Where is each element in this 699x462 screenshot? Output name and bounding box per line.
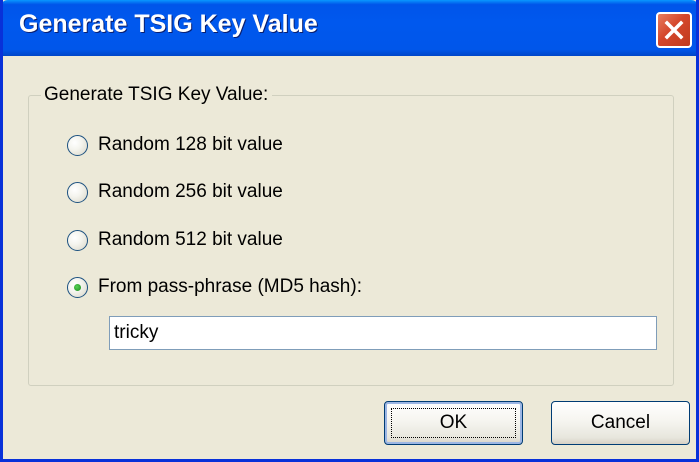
ok-button[interactable]: OK xyxy=(384,401,523,445)
radio-label: From pass-phrase (MD5 hash): xyxy=(98,276,362,297)
radio-button-icon[interactable] xyxy=(67,181,88,203)
radio-label: Random 512 bit value xyxy=(98,229,283,250)
radio-label: Random 128 bit value xyxy=(98,134,283,155)
radio-random-256[interactable]: Random 256 bit value xyxy=(67,180,283,204)
dialog-body: Generate TSIG Key Value: Random 128 bit … xyxy=(3,56,696,459)
focus-rectangle xyxy=(391,408,516,438)
radio-button-selected-icon[interactable] xyxy=(67,276,88,298)
group-label: Generate TSIG Key Value: xyxy=(41,84,273,106)
cancel-button-label: Cancel xyxy=(590,412,651,433)
close-button[interactable] xyxy=(656,12,692,48)
radio-random-128[interactable]: Random 128 bit value xyxy=(67,133,283,157)
radio-button-icon[interactable] xyxy=(67,229,88,251)
cancel-button[interactable]: Cancel xyxy=(551,401,690,445)
radio-pass-phrase[interactable]: From pass-phrase (MD5 hash): xyxy=(67,275,362,299)
radio-label: Random 256 bit value xyxy=(98,181,283,202)
pass-phrase-input[interactable] xyxy=(109,316,657,350)
radio-random-512[interactable]: Random 512 bit value xyxy=(67,228,283,252)
dialog-window: Generate TSIG Key Value Generate TSIG Ke… xyxy=(0,0,699,462)
dialog-title: Generate TSIG Key Value xyxy=(19,10,318,38)
close-icon xyxy=(664,20,684,40)
title-bar[interactable]: Generate TSIG Key Value xyxy=(3,0,696,56)
radio-dot-icon xyxy=(74,283,81,291)
radio-button-icon[interactable] xyxy=(67,134,88,156)
